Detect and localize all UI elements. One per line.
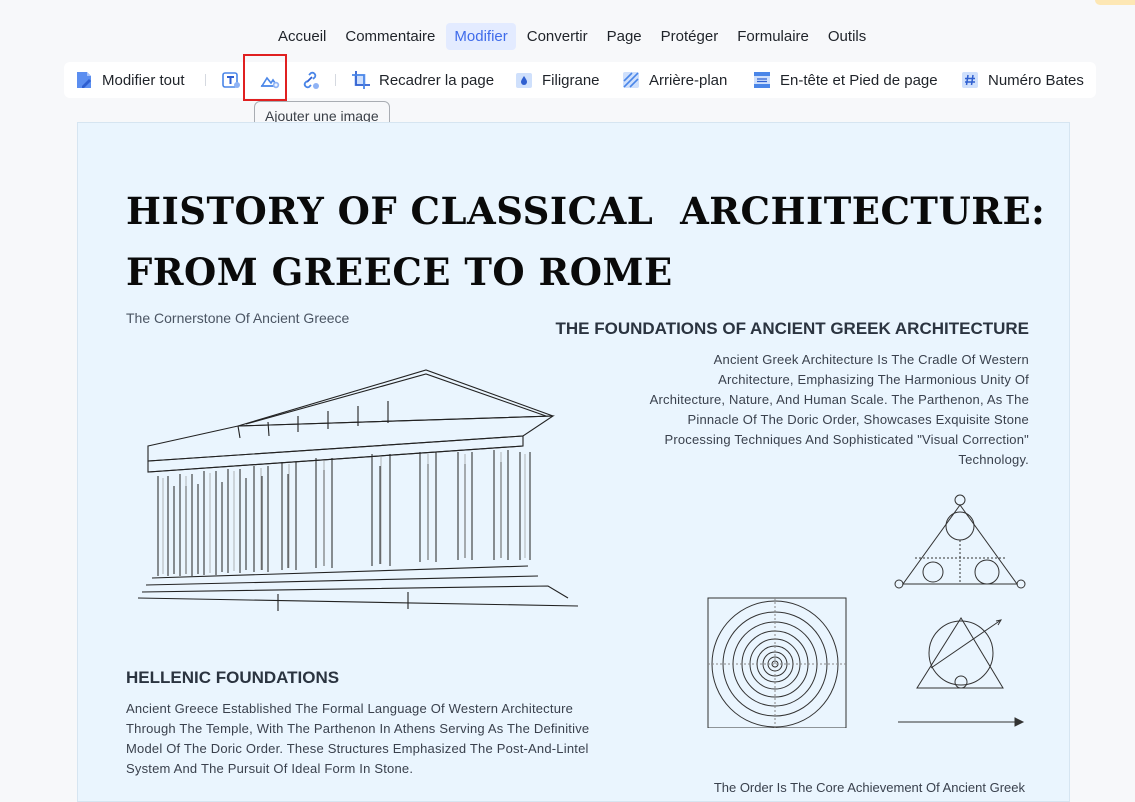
section-heading-foundations: THE FOUNDATIONS OF ANCIENT GREEK ARCHITE… bbox=[555, 319, 1029, 338]
add-image-highlight-box bbox=[243, 54, 287, 101]
document-page: HISTORY OF CLASSICAL ARCHITECTURE: FROM … bbox=[77, 122, 1070, 802]
section-heading-hellenic: HELLENIC FOUNDATIONS bbox=[126, 668, 340, 687]
menu-formulaire[interactable]: Formulaire bbox=[729, 23, 817, 50]
parthenon-illustration bbox=[137, 369, 579, 611]
menu-page[interactable]: Page bbox=[599, 23, 650, 50]
edit-all-label: Modifier tout bbox=[102, 71, 185, 89]
watermark-label: Filigrane bbox=[542, 71, 600, 89]
title-line-2: FROM GREECE TO ROME bbox=[126, 250, 673, 294]
geometry-diagrams bbox=[707, 494, 1026, 728]
title-line-1: HISTORY OF CLASSICAL ARCHITECTURE: bbox=[126, 189, 1046, 233]
background-label: Arrière-plan bbox=[649, 71, 728, 89]
add-text-icon bbox=[221, 70, 241, 90]
menu-proteger[interactable]: Protéger bbox=[653, 23, 727, 50]
edit-toolbar: Modifier tout Recadrer la page Filigrane… bbox=[64, 62, 1096, 98]
bates-number-button[interactable]: Numéro Bates bbox=[960, 62, 1084, 98]
crop-icon bbox=[351, 70, 371, 90]
toolbar-separator bbox=[205, 74, 206, 86]
header-footer-button[interactable]: En-tête et Pied de page bbox=[752, 62, 938, 98]
corner-tab bbox=[1095, 0, 1135, 5]
section-paragraph-hellenic: Ancient Greece Established The Formal La… bbox=[126, 701, 590, 776]
toolbar-separator bbox=[335, 74, 336, 86]
document-title: HISTORY OF CLASSICAL ARCHITECTURE: FROM … bbox=[126, 181, 1045, 303]
background-button[interactable]: Arrière-plan bbox=[621, 62, 727, 98]
link-icon bbox=[300, 70, 320, 90]
edit-document-icon bbox=[74, 70, 94, 90]
background-icon bbox=[621, 70, 641, 90]
section-paragraph-foundations: Ancient Greek Architecture Is The Cradle… bbox=[649, 352, 1029, 467]
watermark-drop-icon bbox=[514, 70, 534, 90]
header-footer-icon bbox=[752, 70, 772, 90]
edit-all-button[interactable]: Modifier tout bbox=[74, 62, 185, 98]
menu-outils[interactable]: Outils bbox=[820, 23, 874, 50]
add-link-button[interactable] bbox=[300, 62, 320, 98]
hash-icon bbox=[960, 70, 980, 90]
header-footer-label: En-tête et Pied de page bbox=[780, 71, 938, 89]
menu-modifier[interactable]: Modifier bbox=[446, 23, 516, 50]
add-text-button[interactable] bbox=[221, 62, 241, 98]
crop-page-button[interactable]: Recadrer la page bbox=[351, 62, 494, 98]
menu-accueil[interactable]: Accueil bbox=[270, 23, 334, 50]
bates-number-label: Numéro Bates bbox=[988, 71, 1084, 89]
menu-convertir[interactable]: Convertir bbox=[519, 23, 596, 50]
watermark-button[interactable]: Filigrane bbox=[514, 62, 600, 98]
menu-commentaire[interactable]: Commentaire bbox=[337, 23, 443, 50]
section-paragraph-order: The Order Is The Core Achievement Of Anc… bbox=[713, 780, 1025, 795]
main-menu: Accueil Commentaire Modifier Convertir P… bbox=[270, 23, 877, 50]
document-subtitle: The Cornerstone Of Ancient Greece bbox=[126, 310, 350, 326]
crop-page-label: Recadrer la page bbox=[379, 71, 495, 89]
